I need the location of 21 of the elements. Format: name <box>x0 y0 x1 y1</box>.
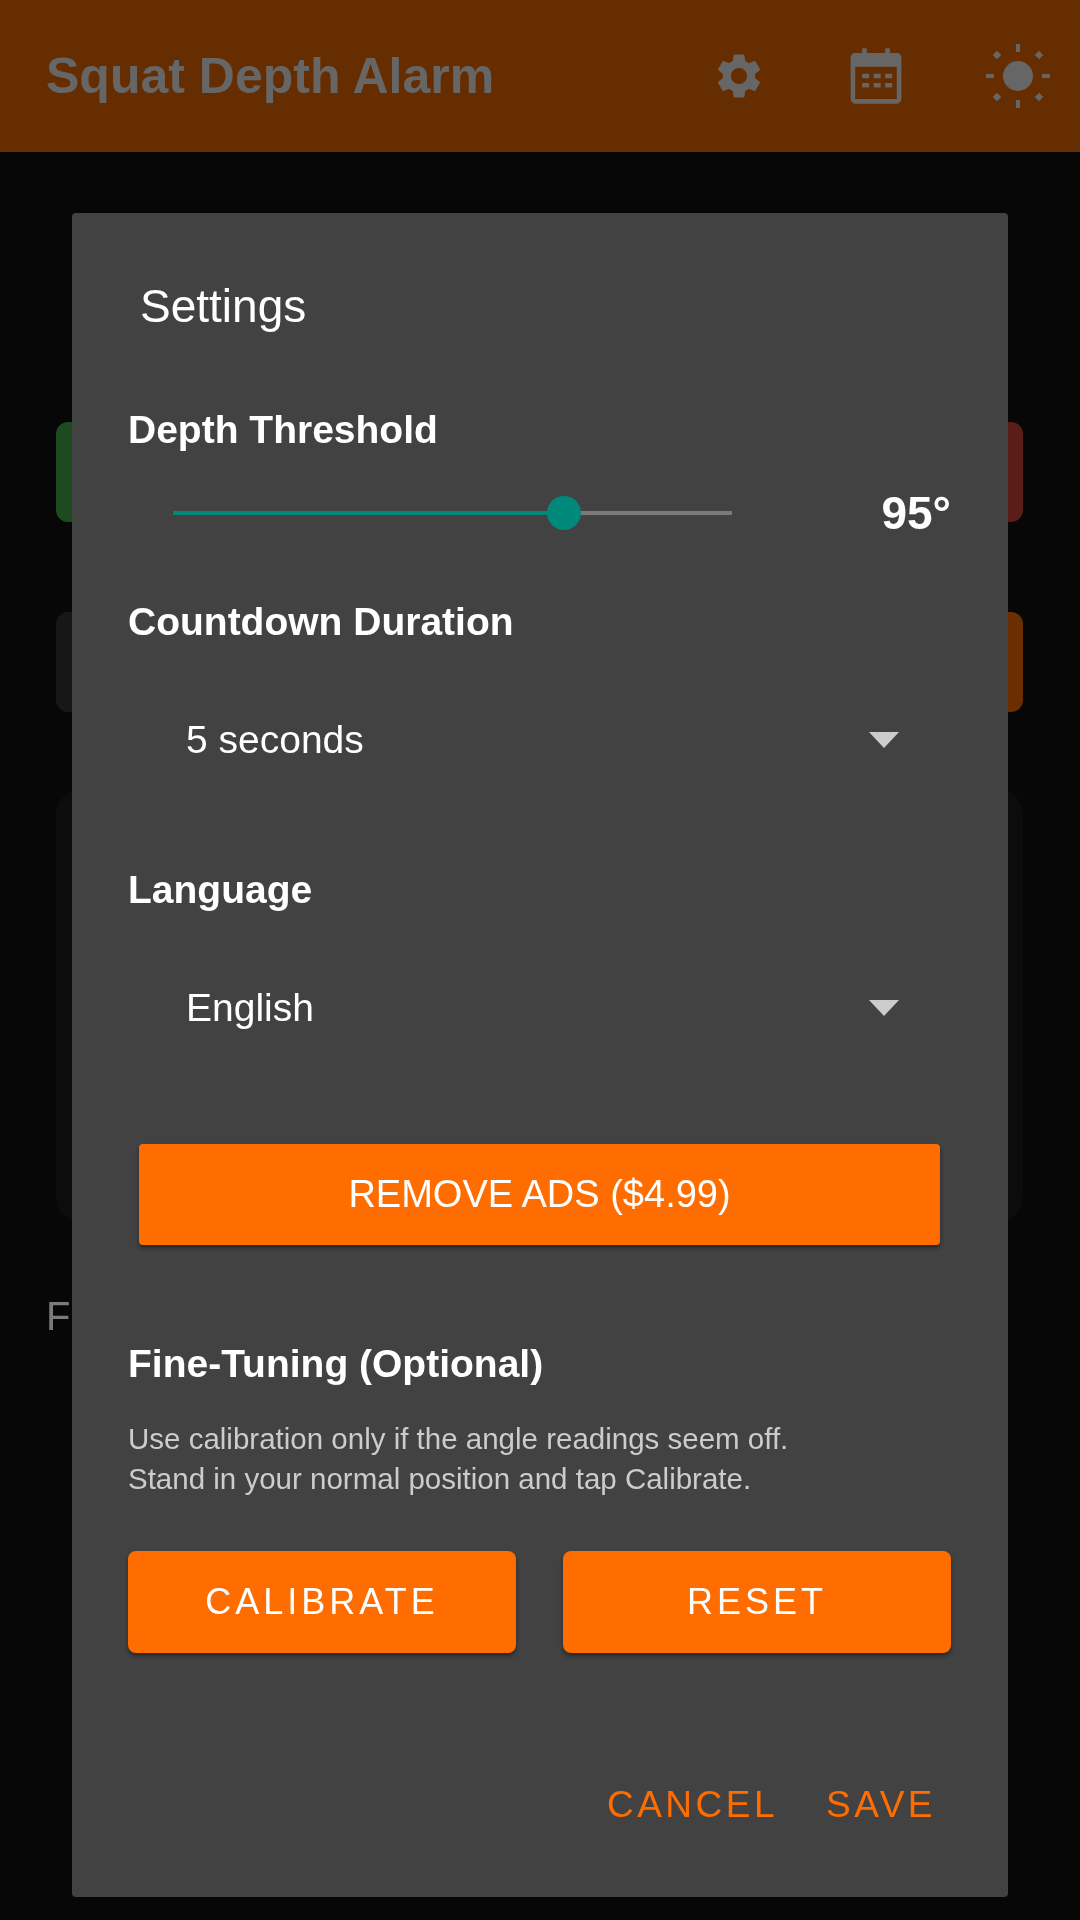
app-title: Squat Depth Alarm <box>46 47 496 105</box>
save-button[interactable]: SAVE <box>822 1776 940 1834</box>
setting-label: Depth Threshold <box>128 408 439 452</box>
remove-ads-button[interactable]: REMOVE ADS ($4.99) <box>139 1144 940 1245</box>
language-dropdown[interactable]: English <box>160 968 899 1048</box>
slider-thumb[interactable] <box>547 496 582 530</box>
help-text: Use calibration only if the angle readings seem off. Stand in your normal position and tap Calibrate. <box>128 1421 790 1497</box>
dropdown-arrow-icon <box>869 1000 899 1016</box>
threshold-reading: 95° <box>881 486 951 540</box>
label-text: F <box>46 1294 71 1339</box>
cancel-button[interactable]: CANCEL <box>602 1776 783 1834</box>
calibrate-button[interactable]: CALIBRATE <box>128 1551 516 1653</box>
sun-icon[interactable] <box>986 44 1050 108</box>
setting-label: Language <box>128 868 314 912</box>
section-heading: Fine-Tuning (Optional) <box>128 1342 545 1386</box>
reset-button[interactable]: RESET <box>563 1551 951 1653</box>
setting-label: Countdown Duration <box>128 600 515 644</box>
dropdown-arrow-icon <box>869 732 899 748</box>
countdown-dropdown[interactable]: 5 seconds <box>160 700 899 780</box>
calendar-icon[interactable] <box>848 46 904 106</box>
dialog-title: Settings <box>140 279 308 333</box>
